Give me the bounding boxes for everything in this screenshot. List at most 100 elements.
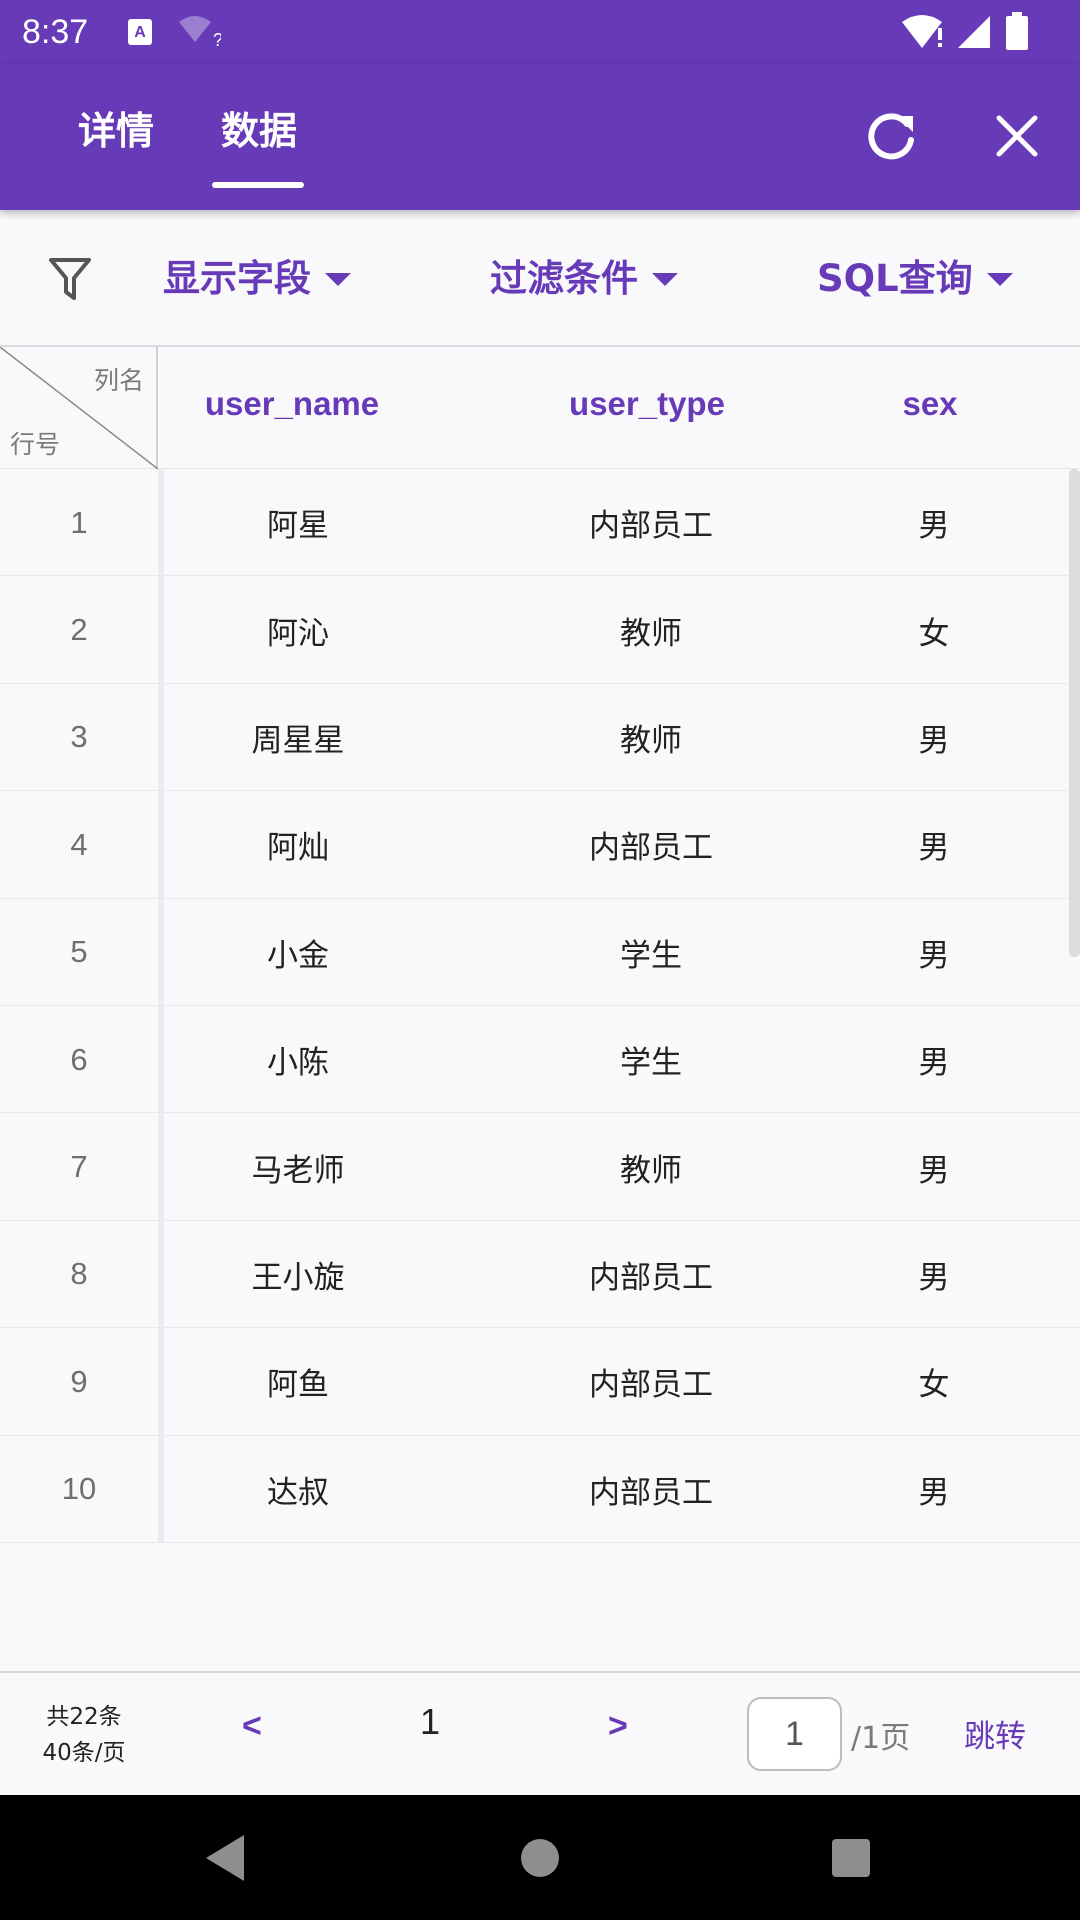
row-number-cell: 9 <box>70 1363 88 1399</box>
svg-text:?: ? <box>213 30 221 48</box>
caret-down-icon <box>986 272 1013 286</box>
sex-cell: 男 <box>918 1259 950 1296</box>
tab-indicator <box>212 182 304 188</box>
data-table: 列名 行号 user_name user_type sex 1 阿星 内部员工男 2 阿… <box>0 347 1080 1671</box>
user-name-cell: 小陈 <box>267 1045 329 1082</box>
current-page-number: 1 <box>420 1701 441 1742</box>
total-pages-label: /1页 <box>851 1721 911 1756</box>
caret-down-icon <box>652 272 678 286</box>
previous-page-button[interactable]: < <box>242 1707 262 1746</box>
table-row[interactable]: 5 小金 学生 男 <box>0 899 1080 1006</box>
user-type-cell: 教师 <box>620 615 682 652</box>
column-header-user-type[interactable]: user_type <box>500 379 794 429</box>
sex-cell: 男 <box>918 722 950 759</box>
user-name-cell: 王小旋 <box>251 1259 345 1296</box>
corner-row-label: 行号 <box>10 430 61 459</box>
table-row[interactable]: 4 阿灿 内部员工 男 <box>0 791 1080 899</box>
table-body: 1 阿星 内部员工男 2 阿沁 教师女 3 周星星 教师男 4 阿灿 内部员工男 5 小金 学生男 6 小陈 学生… <box>0 469 1080 1543</box>
app-bar: 详情 数据 <box>0 64 1080 210</box>
row-number-cell: 1 <box>70 504 88 540</box>
page-number-input[interactable] <box>747 1697 842 1771</box>
caret-down-icon <box>325 272 351 286</box>
home-icon[interactable] <box>511 1829 569 1887</box>
sex-cell: 男 <box>918 937 950 974</box>
battery-icon <box>1006 12 1028 50</box>
recents-icon[interactable] <box>822 1829 880 1887</box>
user-name-cell: 达叔 <box>267 1474 329 1511</box>
app-root: 8:37 A ? 详情 数据 <box>0 0 1080 1920</box>
user-type-cell: 内部员工 <box>589 508 713 545</box>
sex-cell: 男 <box>918 1045 950 1082</box>
display-fields-dropdown[interactable]: 显示字段 <box>163 254 351 304</box>
user-name-cell: 马老师 <box>251 1152 345 1189</box>
table-scrollbar[interactable] <box>1069 469 1080 957</box>
back-icon[interactable] <box>200 1829 258 1887</box>
column-header-user-name[interactable]: user_name <box>158 379 426 429</box>
sex-cell: 男 <box>918 830 950 867</box>
user-name-cell: 小金 <box>267 937 329 974</box>
display-fields-label: 显示字段 <box>163 257 311 300</box>
next-page-button[interactable]: > <box>608 1707 628 1746</box>
svg-text:A: A <box>134 24 146 41</box>
filter-toolbar: 显示字段 过滤条件 SQL查询 <box>0 210 1080 347</box>
status-right-icons <box>900 0 1080 64</box>
close-icon[interactable] <box>985 104 1049 168</box>
table-row[interactable]: 9 阿鱼 内部员工 女 <box>0 1328 1080 1436</box>
table-row[interactable]: 10 达叔 内部员工 男 <box>0 1436 1080 1543</box>
total-records-label: 共22条 <box>46 1704 122 1730</box>
user-name-cell: 阿灿 <box>267 830 329 867</box>
table-row[interactable]: 7 马老师 教师 男 <box>0 1113 1080 1221</box>
user-name-cell: 阿星 <box>267 508 329 545</box>
table-row[interactable]: 1 阿星 内部员工 男 <box>0 469 1080 577</box>
filter-conditions-label: 过滤条件 <box>490 257 638 300</box>
wifi-question-icon: ? <box>179 16 221 48</box>
refresh-icon[interactable] <box>859 104 923 168</box>
user-type-cell: 内部员工 <box>589 1259 713 1296</box>
user-type-cell: 教师 <box>620 1152 682 1189</box>
system-nav-bar <box>0 1795 1080 1920</box>
tab-data[interactable]: 数据 <box>221 106 297 156</box>
text-a-icon: A <box>128 19 152 45</box>
row-number-cell: 2 <box>70 612 88 648</box>
row-number-cell: 5 <box>70 934 88 970</box>
filter-conditions-dropdown[interactable]: 过滤条件 <box>490 254 678 304</box>
sex-cell: 女 <box>918 1367 950 1404</box>
table-header-row: 列名 行号 user_name user_type sex <box>0 347 1080 469</box>
column-header-sex[interactable]: sex <box>860 379 1000 429</box>
user-type-cell: 内部员工 <box>589 830 713 867</box>
tab-details[interactable]: 详情 <box>78 106 154 156</box>
status-bar: 8:37 A ? <box>0 0 1080 64</box>
table-row[interactable]: 8 王小旋 内部员工 男 <box>0 1221 1080 1329</box>
user-type-cell: 学生 <box>620 937 682 974</box>
sql-query-dropdown[interactable]: SQL查询 <box>817 254 1013 304</box>
user-type-cell: 内部员工 <box>589 1474 713 1511</box>
sex-cell: 女 <box>918 615 950 652</box>
user-type-cell: 内部员工 <box>589 1367 713 1404</box>
user-name-cell: 阿鱼 <box>267 1367 329 1404</box>
row-number-cell: 10 <box>61 1471 97 1507</box>
row-number-cell: 3 <box>70 719 88 755</box>
row-number-cell: 4 <box>70 826 88 862</box>
sex-cell: 男 <box>918 508 950 545</box>
total-count: 共22条 40条/页 <box>0 1699 168 1771</box>
table-row[interactable]: 6 小陈 学生 男 <box>0 1006 1080 1114</box>
corner-column-label: 列名 <box>93 366 144 395</box>
user-type-cell: 教师 <box>620 722 682 759</box>
user-name-cell: 周星星 <box>251 722 345 759</box>
jump-button[interactable]: 跳转 <box>964 1711 1026 1756</box>
filter-icon[interactable] <box>48 256 92 302</box>
row-number-cell: 7 <box>70 1149 88 1185</box>
row-number-cell: 8 <box>70 1256 88 1292</box>
pagination-bar: 共22条 40条/页 < 1 > /1页 跳转 <box>0 1671 1080 1795</box>
table-row[interactable]: 3 周星星 教师 男 <box>0 684 1080 792</box>
sql-query-label: SQL查询 <box>817 257 973 300</box>
per-page-label: 40条/页 <box>42 1740 126 1766</box>
status-time: 8:37 <box>22 13 89 51</box>
table-corner-cell: 列名 行号 <box>0 347 158 469</box>
user-name-cell: 阿沁 <box>267 615 329 652</box>
wifi-alert-icon <box>902 15 942 48</box>
table-row[interactable]: 2 阿沁 教师 女 <box>0 576 1080 684</box>
sex-cell: 男 <box>918 1152 950 1189</box>
row-number-cell: 6 <box>70 1041 88 1077</box>
user-type-cell: 学生 <box>620 1045 682 1082</box>
